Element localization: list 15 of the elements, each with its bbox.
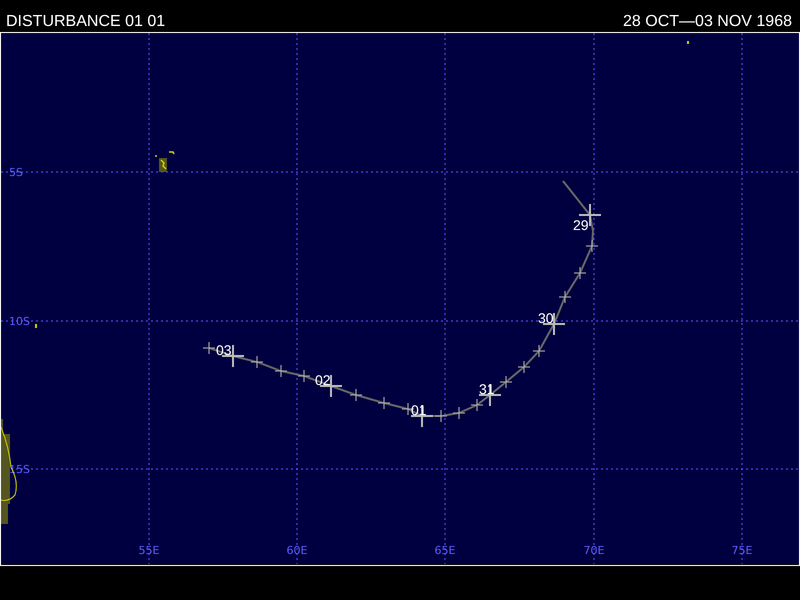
date-label: 29 [573,217,589,233]
latitude-label: 5S [9,166,23,179]
latitude-label: 10S [9,315,30,328]
longitude-label: 60E [286,544,308,557]
longitude-label: 65E [434,544,456,557]
longitude-label: 75E [732,544,752,557]
date-range: 28 OCT—03 NOV 1968 [623,13,792,31]
islet [154,151,175,157]
date-label: 02 [315,372,331,388]
longitude-label: 55E [138,544,160,557]
longitude-label: 70E [584,544,604,557]
date-label: 03 [216,342,232,358]
map-title: DISTURBANCE 01 01 [6,13,166,31]
island [159,158,167,172]
date-label: 30 [538,310,554,326]
